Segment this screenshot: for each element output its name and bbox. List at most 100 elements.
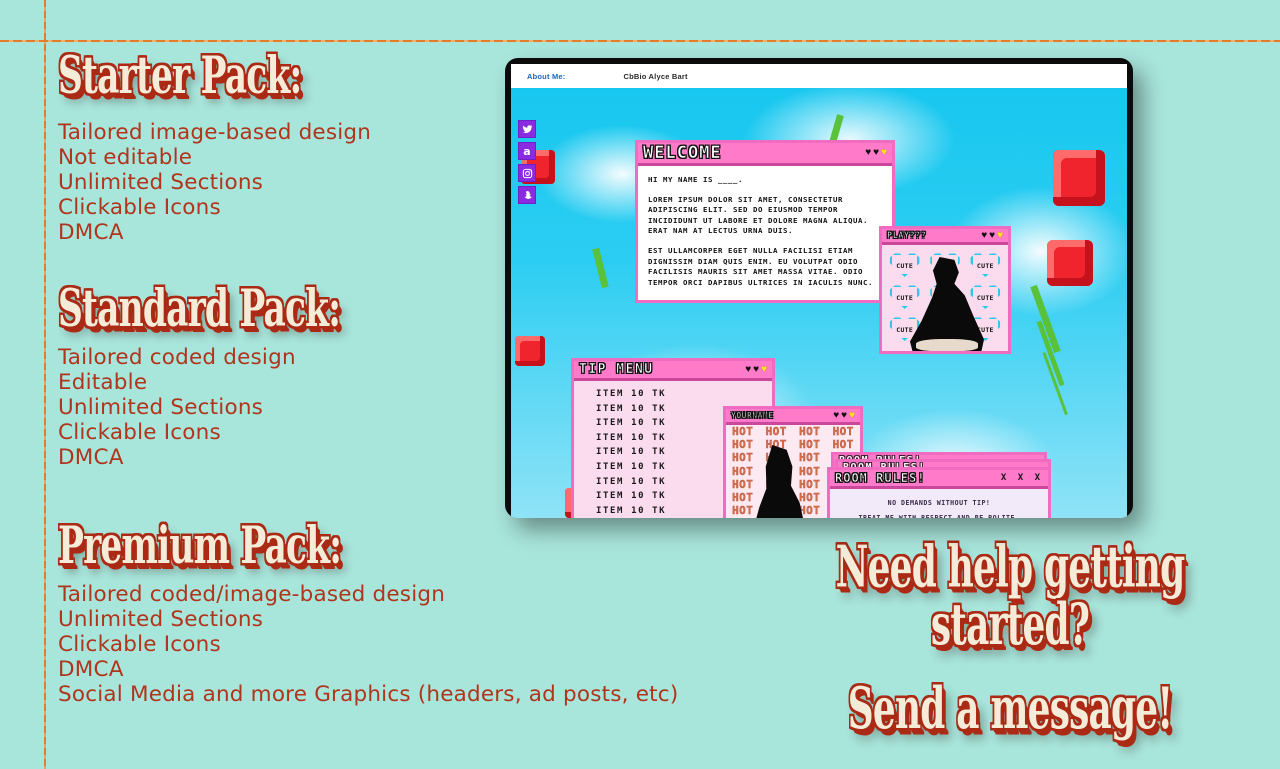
play-title: PLAY??? <box>887 230 927 241</box>
feature-item: DMCA <box>58 656 124 682</box>
hot-text-cell: HOT <box>799 425 821 438</box>
hot-text-cell: HOT <box>732 491 754 505</box>
twitter-icon[interactable] <box>518 120 536 138</box>
pack-standard-features: Tailored coded design Editable Unlimited… <box>58 345 402 470</box>
cute-heart-label: CUTE <box>976 261 994 270</box>
welcome-title: WELCOME <box>643 143 722 164</box>
cute-heart-label: CUTE <box>896 325 914 334</box>
cute-heart-icon: CUTE <box>967 250 1004 279</box>
hot-text-cell: HOT <box>726 517 760 518</box>
guide-line-vertical <box>44 0 46 769</box>
room-rules-title: ROOM RULES! <box>835 471 926 486</box>
hot-text-cell: HOT <box>732 438 754 452</box>
hot-text-cell: HOT <box>732 504 754 518</box>
cherry-decoration <box>515 336 545 366</box>
heart-indicators: ♥ ♥ ♥ <box>833 409 855 421</box>
pack-starter-features: Tailored image-based design Not editable… <box>58 120 371 245</box>
feature-item: Editable <box>58 369 148 395</box>
yourname-title-bar: YOURNAME ♥ ♥ ♥ <box>726 409 860 425</box>
feature-item: Social Media and more Graphics (headers,… <box>58 681 679 707</box>
pack-premium-features: Tailored coded/image-based design Unlimi… <box>58 582 678 707</box>
play-body: CUTECUTECUTECUTECUTECUTECUTECUTECUTE <box>882 245 1008 351</box>
feature-item: Unlimited Sections <box>58 169 264 195</box>
feature-item: Clickable Icons <box>58 631 221 657</box>
feature-item: Clickable Icons <box>58 419 221 445</box>
tip-menu-title-bar: TIP MENU ♥ ♥ ♥ <box>574 361 772 381</box>
welcome-paragraph: HI MY NAME IS ____. <box>648 175 743 184</box>
heart-icon: ♥ <box>761 363 767 375</box>
heart-icon: ♥ <box>881 147 887 158</box>
hot-text-cell: HOT <box>732 425 754 438</box>
welcome-paragraph: LOREM IPSUM DOLOR SIT AMET, CONSECTETUR … <box>648 194 868 236</box>
heart-icon: ♥ <box>753 363 760 375</box>
feature-item: Unlimited Sections <box>58 394 264 420</box>
heart-indicators: ♥ ♥ ♥ <box>865 148 887 158</box>
room-rules-window: ROOM RULES! X X X NO DEMANDS WITHOUT TIP… <box>827 467 1051 518</box>
feature-item: Not editable <box>58 144 193 170</box>
play-title-bar: PLAY??? ♥ ♥ ♥ <box>882 229 1008 245</box>
hot-text-cell: HOT <box>799 451 821 465</box>
cta-subline[interactable]: Send a message! <box>848 679 1173 737</box>
welcome-title-bar: WELCOME ♥ ♥ ♥ <box>638 143 892 166</box>
room-rule: TREAT ME WITH RESPECT AND BE POLITE. <box>858 514 1020 518</box>
snapchat-icon[interactable] <box>518 186 536 204</box>
hot-text-cell: HOT <box>799 438 821 452</box>
hot-text-cell: HOT <box>799 464 821 478</box>
cute-heart-icon: CUTE <box>886 250 923 279</box>
pack-starter: Starter Pack: Tailored image-based desig… <box>58 49 371 245</box>
welcome-body: HI MY NAME IS ____. LOREM IPSUM DOLOR SI… <box>638 166 892 301</box>
about-me-link[interactable]: About Me: <box>527 72 565 81</box>
page-title: CbBio Alyce Bart <box>623 71 688 81</box>
feature-item: Clickable Icons <box>58 194 221 220</box>
heart-icon: ♥ <box>873 147 880 158</box>
feature-item: Tailored coded design <box>58 344 296 370</box>
play-window: PLAY??? ♥ ♥ ♥ CUTECUTECUTECUTECUTECUTECU… <box>879 226 1011 354</box>
feature-item: DMCA <box>58 219 124 245</box>
cherry-decoration <box>1047 240 1093 286</box>
room-rules-title-bar: ROOM RULES! X X X <box>830 470 1048 489</box>
cute-heart-icon: CUTE <box>886 282 923 311</box>
welcome-window: WELCOME ♥ ♥ ♥ HI MY NAME IS ____. LOREM … <box>635 140 895 304</box>
heart-icon: ♥ <box>997 229 1003 241</box>
heart-icon: ♥ <box>981 229 988 241</box>
close-icon[interactable]: X X X <box>1001 473 1043 483</box>
pack-standard: Standard Pack: Tailored coded design Edi… <box>58 282 402 470</box>
room-rules-body: NO DEMANDS WITHOUT TIP! TREAT ME WITH RE… <box>830 489 1048 518</box>
heart-icon: ♥ <box>745 363 752 375</box>
tip-menu-row: ITEM 10 TK <box>596 389 667 399</box>
heart-indicators: ♥ ♥ ♥ <box>745 363 767 375</box>
amazon-glyph: a <box>523 144 531 158</box>
bio-page-mockup: About Me: CbBio Alyce Bart a WELCOME ♥ ♥… <box>505 58 1133 518</box>
heart-icon: ♥ <box>989 229 996 241</box>
cute-heart-label: CUTE <box>896 293 914 302</box>
bio-page-canvas: a WELCOME ♥ ♥ ♥ HI MY NAME IS ____. LORE… <box>511 88 1127 518</box>
cta-headline: Need help getting started? <box>835 532 1186 658</box>
browser-window: About Me: CbBio Alyce Bart a WELCOME ♥ ♥… <box>511 64 1127 518</box>
pack-premium: Premium Pack: Tailored coded/image-based… <box>58 519 678 707</box>
hot-text-cell: HOT <box>799 477 821 491</box>
guide-line-horizontal <box>0 40 1280 42</box>
hot-text-cell: HOT <box>765 425 787 438</box>
hot-text-cell: HOT <box>832 438 854 452</box>
cute-heart-label: CUTE <box>976 293 994 302</box>
cherry-stem <box>592 247 609 289</box>
amazon-icon[interactable]: a <box>518 142 536 160</box>
feature-item: DMCA <box>58 444 124 470</box>
welcome-paragraph: EST ULLAMCORPER EGET NULLA FACILISI ETIA… <box>648 245 873 287</box>
heart-icon: ♥ <box>833 409 840 421</box>
room-rule: NO DEMANDS WITHOUT TIP! <box>887 499 991 507</box>
poster-canvas: Starter Pack: Tailored image-based desig… <box>0 0 1280 769</box>
pack-standard-title: Standard Pack: <box>58 278 341 339</box>
social-icon-rail: a <box>518 120 536 204</box>
hot-text-cell: HOT <box>732 451 754 465</box>
yourname-title: YOURNAME <box>731 411 774 421</box>
pack-starter-title: Starter Pack: <box>58 45 302 106</box>
heart-icon: ♥ <box>849 409 855 421</box>
cherry-decoration <box>1053 150 1105 206</box>
feature-item: Tailored coded/image-based design <box>58 581 446 607</box>
pack-premium-title: Premium Pack: <box>58 515 342 576</box>
tip-menu-title: TIP MENU <box>579 362 654 378</box>
cute-heart-label: CUTE <box>896 261 914 270</box>
browser-top-bar: About Me: CbBio Alyce Bart <box>511 64 1127 88</box>
instagram-icon[interactable] <box>518 164 536 182</box>
